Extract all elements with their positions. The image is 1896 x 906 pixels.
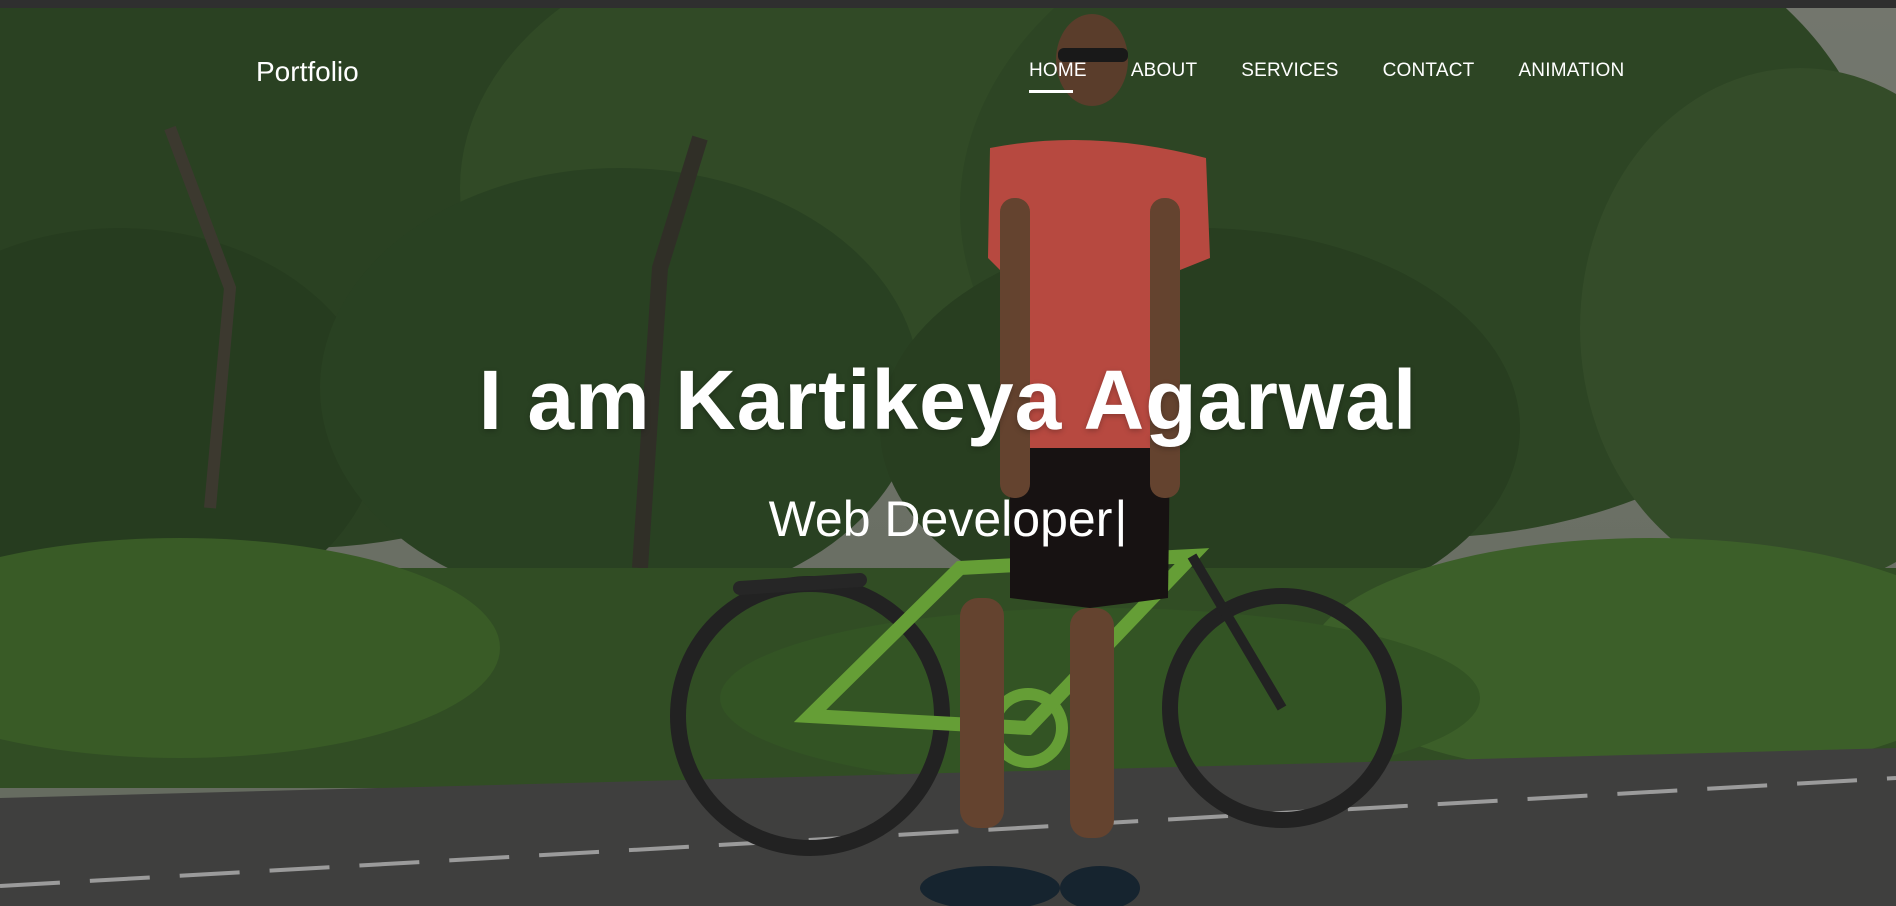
- typing-cursor: |: [1114, 491, 1128, 547]
- hero-title: I am Kartikeya Agarwal: [478, 353, 1418, 447]
- nav-link-services[interactable]: SERVICES: [1241, 60, 1338, 90]
- nav-link-home[interactable]: HOME: [1029, 60, 1087, 93]
- typed-text: Web Developer: [768, 491, 1113, 547]
- brand-logo[interactable]: Portfolio: [256, 56, 359, 88]
- hero-section: Portfolio HOME ABOUT SERVICES CONTACT AN…: [0, 0, 1896, 906]
- nav-link-contact[interactable]: CONTACT: [1383, 60, 1475, 90]
- hero-subtitle: Web Developer|: [0, 490, 1896, 548]
- nav-links: HOME ABOUT SERVICES CONTACT ANIMATION: [1029, 60, 1668, 93]
- nav-link-about[interactable]: ABOUT: [1131, 60, 1197, 90]
- nav-link-animation[interactable]: ANIMATION: [1518, 60, 1624, 90]
- navbar: Portfolio HOME ABOUT SERVICES CONTACT AN…: [0, 8, 1896, 138]
